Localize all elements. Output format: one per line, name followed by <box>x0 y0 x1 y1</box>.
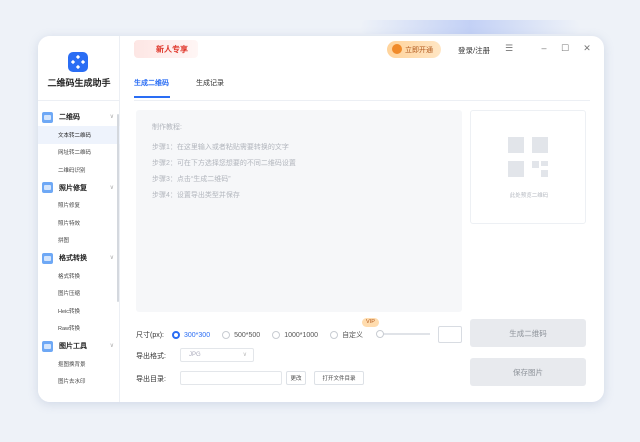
sidebar-item-raw-convert[interactable]: Raw转换 <box>38 320 120 338</box>
app-window: 二维码生成助手 二维码 ∨ 文本转二维码 网址转二维码 二维码识别 照片修复 ∨… <box>38 36 604 402</box>
sidebar-category-qrcode[interactable]: 二维码 ∨ <box>38 108 120 126</box>
promo-label: 新人专享 <box>156 44 188 54</box>
top-glow <box>360 20 580 34</box>
tab-generate-history[interactable]: 生成记录 <box>196 78 224 88</box>
format-value: JPG <box>189 352 201 358</box>
size-option-500[interactable]: 500*500 <box>222 331 260 339</box>
sidebar-item-image-compress[interactable]: 图片压缩 <box>38 285 120 303</box>
export-dir-input[interactable] <box>180 371 282 385</box>
slider-handle[interactable] <box>376 330 384 338</box>
chevron-down-icon: ∨ <box>109 114 114 120</box>
close-icon[interactable]: ✕ <box>580 41 594 55</box>
sidebar-category-image-tools[interactable]: 图片工具 ∨ <box>38 337 120 355</box>
qrcode-placeholder-icon <box>508 137 548 177</box>
category-label: 格式转换 <box>59 255 87 262</box>
new-user-promo[interactable]: 新人专享 <box>134 40 198 58</box>
vip-icon <box>392 44 402 54</box>
tutorial-title: 制作教程: <box>152 124 182 131</box>
radio[interactable] <box>272 331 281 339</box>
size-option-300[interactable]: 300*300 <box>172 331 210 339</box>
sidebar-item-text-to-qrcode[interactable]: 文本转二维码 <box>38 126 120 144</box>
text-input-area[interactable]: 制作教程: 步骤1：在这里输入或者粘贴需要转换的文字 步骤2：可在下方选择您想要… <box>136 110 462 312</box>
tab-generate-qrcode[interactable]: 生成二维码 <box>134 78 169 88</box>
sidebar-item-photo-effects[interactable]: 照片特效 <box>38 214 120 232</box>
app-logo-icon <box>68 52 88 72</box>
size-option-1000[interactable]: 1000*1000 <box>272 331 318 339</box>
sidebar-category-photo-repair[interactable]: 照片修复 ∨ <box>38 179 120 197</box>
tabs-divider <box>134 100 590 101</box>
chevron-down-icon: ∨ <box>109 343 114 349</box>
tutorial-step: 步骤2：可在下方选择您想要的不同二维码设置 <box>152 160 296 167</box>
tutorial-step: 步骤3：点击“生成二维码” <box>152 176 231 183</box>
sidebar-item-remove-watermark[interactable]: 图片去水印 <box>38 373 120 391</box>
size-label: 尺寸(px): <box>136 332 164 339</box>
open-dir-button[interactable]: 打开文件目录 <box>314 371 364 385</box>
image-tools-category-icon <box>42 340 53 352</box>
custom-size-input[interactable] <box>438 326 462 343</box>
size-option-label: 自定义 <box>342 332 364 339</box>
sidebar-item-collage[interactable]: 拼图 <box>38 232 120 250</box>
active-tab-indicator <box>134 96 170 98</box>
chevron-down-icon: ∨ <box>109 184 114 191</box>
maximize-icon[interactable]: ☐ <box>558 41 572 55</box>
sidebar: 二维码生成助手 二维码 ∨ 文本转二维码 网址转二维码 二维码识别 照片修复 ∨… <box>38 36 120 402</box>
tutorial-step: 步骤4：设置导出类型并保存 <box>152 192 240 199</box>
category-label: 图片工具 <box>59 343 87 350</box>
sidebar-nav: 二维码 ∨ 文本转二维码 网址转二维码 二维码识别 照片修复 ∨ 照片修复 照片… <box>38 108 120 390</box>
sidebar-item-heic-convert[interactable]: Heic转换 <box>38 302 120 320</box>
app-title: 二维码生成助手 <box>47 78 111 88</box>
category-label: 照片修复 <box>59 184 87 192</box>
size-option-label: 1000*1000 <box>284 331 319 339</box>
custom-size-slider[interactable] <box>380 333 430 335</box>
save-image-button[interactable]: 保存图片 <box>470 358 586 386</box>
format-label: 导出格式: <box>136 353 166 360</box>
vip-badge: VIP <box>362 318 379 327</box>
tutorial-step: 步骤1：在这里输入或者粘贴需要转换的文字 <box>152 144 289 151</box>
sidebar-divider <box>38 100 120 101</box>
hamburger-icon[interactable]: ☰ <box>502 41 516 55</box>
sidebar-item-photo-repair[interactable]: 照片修复 <box>38 197 120 215</box>
qrcode-preview: 此处预览二维码 <box>470 110 586 224</box>
sidebar-scrollbar[interactable] <box>117 114 119 302</box>
size-option-label: 500*500 <box>234 331 261 339</box>
minimize-icon[interactable]: – <box>537 41 551 55</box>
generate-qrcode-button[interactable]: 生成二维码 <box>470 319 586 347</box>
format-select[interactable]: JPG ∨ <box>180 348 254 362</box>
sidebar-item-format-convert[interactable]: 格式转换 <box>38 267 120 285</box>
open-vip-button[interactable]: 立即开通 <box>387 41 441 58</box>
login-register-link[interactable]: 登录/注册 <box>458 45 490 56</box>
size-option-custom[interactable]: 自定义 <box>330 330 363 340</box>
sidebar-category-format-convert[interactable]: 格式转换 ∨ <box>38 249 120 267</box>
change-dir-button[interactable]: 更改 <box>286 371 306 385</box>
chevron-down-icon: ∨ <box>242 352 247 358</box>
chevron-down-icon: ∨ <box>109 255 114 261</box>
convert-category-icon <box>42 252 53 264</box>
open-vip-label: 立即开通 <box>405 46 433 54</box>
preview-placeholder-text: 此处预览二维码 <box>509 193 549 199</box>
size-option-label: 300*300 <box>184 331 211 339</box>
category-label: 二维码 <box>59 114 80 121</box>
photo-category-icon <box>42 182 53 193</box>
qrcode-category-icon <box>42 111 53 123</box>
size-option-row: 尺寸(px): 300*300 500*500 1000*1000 自定义 <box>136 330 375 340</box>
sidebar-item-url-to-qrcode[interactable]: 网址转二维码 <box>38 144 120 162</box>
radio[interactable] <box>330 331 339 339</box>
radio-selected[interactable] <box>172 331 180 339</box>
dir-label: 导出目录: <box>136 376 166 383</box>
sidebar-item-qrcode-scan[interactable]: 二维码识别 <box>38 161 120 179</box>
radio[interactable] <box>222 331 231 339</box>
sidebar-item-remove-background[interactable]: 抠图换背景 <box>38 355 120 373</box>
